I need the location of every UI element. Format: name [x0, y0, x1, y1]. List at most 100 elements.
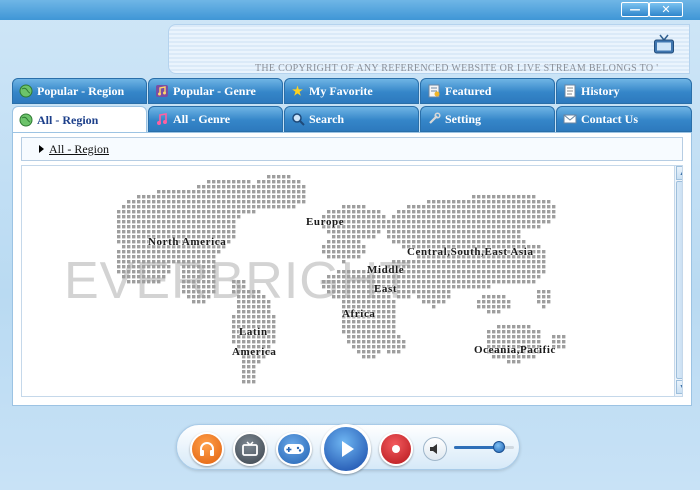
region-latin-america-line2[interactable]: America — [232, 346, 277, 358]
map-dot — [142, 215, 146, 219]
map-dot — [387, 340, 391, 344]
map-dot — [207, 285, 211, 289]
map-dot — [177, 210, 181, 214]
region-latin-america-line1[interactable]: Latin — [239, 326, 268, 338]
map-dot — [252, 370, 256, 374]
region-asia[interactable]: Central,South,East Asia — [407, 246, 534, 258]
map-dot — [512, 270, 516, 274]
map-dot — [432, 295, 436, 299]
map-dot — [522, 270, 526, 274]
vertical-scrollbar[interactable]: ▲ ▼ — [674, 166, 682, 396]
map-dot — [137, 230, 141, 234]
tab-all-region[interactable]: All - Region — [12, 106, 147, 133]
scrollbar-thumb[interactable] — [676, 181, 682, 379]
region-middle-east-line1[interactable]: Middle — [367, 264, 404, 276]
map-dot — [247, 200, 251, 204]
map-dot — [207, 220, 211, 224]
map-dot — [287, 175, 291, 179]
tab-contact-us[interactable]: Contact Us — [556, 106, 692, 132]
map-dot — [207, 195, 211, 199]
region-oceania[interactable]: Oceania,Pacific — [474, 344, 556, 356]
map-dot — [392, 215, 396, 219]
tab-featured[interactable]: Featured — [420, 78, 555, 104]
tab-setting[interactable]: Setting — [420, 106, 555, 132]
map-dot — [212, 250, 216, 254]
search-icon — [290, 112, 305, 127]
map-dot — [392, 220, 396, 224]
map-dot — [492, 225, 496, 229]
map-dot — [122, 230, 126, 234]
map-dot — [492, 230, 496, 234]
map-dot — [377, 345, 381, 349]
play-button[interactable] — [321, 424, 371, 474]
map-dot — [392, 345, 396, 349]
map-dot — [377, 305, 381, 309]
volume-knob[interactable] — [493, 441, 505, 453]
map-dot — [352, 300, 356, 304]
map-dot — [487, 310, 491, 314]
map-dot — [232, 215, 236, 219]
map-dot — [342, 290, 346, 294]
map-dot — [212, 290, 216, 294]
headphone-button[interactable] — [190, 432, 224, 466]
close-button[interactable]: ✕ — [649, 2, 683, 17]
volume-slider[interactable] — [454, 441, 514, 453]
region-africa[interactable]: Africa — [342, 308, 376, 320]
record-button[interactable] — [379, 432, 413, 466]
tab-history[interactable]: History — [556, 78, 692, 104]
map-dot — [197, 300, 201, 304]
map-dot — [272, 325, 276, 329]
map-dot — [262, 180, 266, 184]
breadcrumb-link[interactable]: All - Region — [49, 142, 109, 157]
map-dot — [207, 205, 211, 209]
map-dot — [362, 285, 366, 289]
map-dot — [492, 305, 496, 309]
map-dot — [412, 205, 416, 209]
map-dot — [472, 230, 476, 234]
map-dot — [137, 210, 141, 214]
tab-all-genre[interactable]: All - Genre — [148, 106, 283, 132]
map-dot — [257, 185, 261, 189]
map-dot — [202, 265, 206, 269]
map-dot — [237, 340, 241, 344]
mute-button[interactable] — [423, 437, 447, 461]
map-dot — [532, 215, 536, 219]
minimize-button[interactable]: — — [621, 2, 649, 17]
map-dot — [507, 280, 511, 284]
region-north-america[interactable]: North America — [148, 236, 226, 248]
region-middle-east-line2[interactable]: East — [374, 283, 397, 295]
map-dot — [407, 215, 411, 219]
map-dot — [507, 335, 511, 339]
map-dot — [402, 345, 406, 349]
map-dot — [202, 280, 206, 284]
map-dot — [397, 280, 401, 284]
map-dot — [502, 340, 506, 344]
map-dot — [502, 325, 506, 329]
map-dot — [512, 205, 516, 209]
map-dot — [462, 240, 466, 244]
map-dot — [492, 280, 496, 284]
tab-my-favorite[interactable]: ★ My Favorite — [284, 78, 419, 104]
region-europe[interactable]: Europe — [306, 216, 344, 228]
tv-button[interactable] — [233, 432, 267, 466]
scroll-down-icon[interactable]: ▼ — [676, 380, 682, 394]
tab-search[interactable]: Search — [284, 106, 419, 132]
map-dot — [262, 200, 266, 204]
tab-popular-region[interactable]: Popular - Region — [12, 78, 147, 104]
gamepad-button[interactable] — [276, 432, 312, 466]
map-dot — [227, 210, 231, 214]
map-dot — [137, 220, 141, 224]
map-dot — [502, 225, 506, 229]
map-dot — [237, 185, 241, 189]
map-dot — [222, 195, 226, 199]
map-dot — [462, 205, 466, 209]
scroll-up-icon[interactable]: ▲ — [676, 166, 682, 180]
map-dot — [537, 265, 541, 269]
map-dot — [327, 285, 331, 289]
map-dot — [522, 200, 526, 204]
map-dot — [187, 230, 191, 234]
map-dot — [167, 215, 171, 219]
map-dot — [502, 200, 506, 204]
tab-popular-genre[interactable]: Popular - Genre — [148, 78, 283, 104]
tab-label: History — [581, 83, 620, 98]
